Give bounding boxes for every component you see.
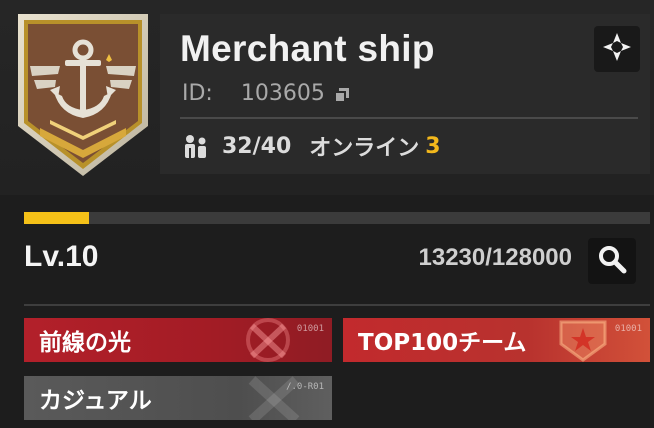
guild-name: Merchant ship bbox=[180, 28, 435, 69]
guild-id-value: 103605 bbox=[240, 81, 325, 106]
level-progress-bar bbox=[24, 212, 650, 224]
tag-code: 01001 bbox=[296, 324, 324, 334]
members-icon bbox=[182, 134, 210, 158]
tag-code: /.0-R01 bbox=[286, 382, 324, 392]
anchor-emblem-icon bbox=[10, 10, 156, 180]
settings-button[interactable] bbox=[594, 26, 640, 72]
guild-id-row: ID: 103605 bbox=[182, 81, 351, 106]
online-count: 3 bbox=[425, 133, 441, 159]
tag-label: 前線の光 bbox=[39, 330, 131, 356]
member-count: 32/40 bbox=[222, 133, 292, 159]
header-divider bbox=[180, 117, 638, 119]
online-label: オンライン bbox=[309, 136, 420, 161]
id-label: ID: bbox=[182, 81, 213, 106]
level-progress-fill bbox=[24, 212, 89, 224]
tag-casual[interactable]: カジュアル /.0-R01 bbox=[24, 376, 332, 420]
members-row: 32/40 オンライン 3 bbox=[182, 130, 441, 162]
crossed-swords-icon bbox=[238, 318, 298, 362]
copy-icon[interactable] bbox=[333, 85, 351, 103]
settings-icon bbox=[602, 32, 632, 66]
search-icon bbox=[597, 244, 627, 278]
guild-exp: 13230/128000 bbox=[418, 244, 573, 271]
tag-frontline-light[interactable]: 前線の光 01001 bbox=[24, 318, 332, 362]
tag-label: カジュアル bbox=[39, 388, 152, 414]
tag-code: 01001 bbox=[614, 324, 642, 334]
search-button[interactable] bbox=[588, 238, 636, 284]
star-shield-icon bbox=[557, 318, 609, 362]
tag-label: TOP100チーム bbox=[358, 330, 527, 356]
guild-level: Lv.10 bbox=[24, 240, 99, 273]
tag-top100-team[interactable]: TOP100チーム 01001 bbox=[343, 318, 650, 362]
section-divider bbox=[24, 304, 650, 306]
